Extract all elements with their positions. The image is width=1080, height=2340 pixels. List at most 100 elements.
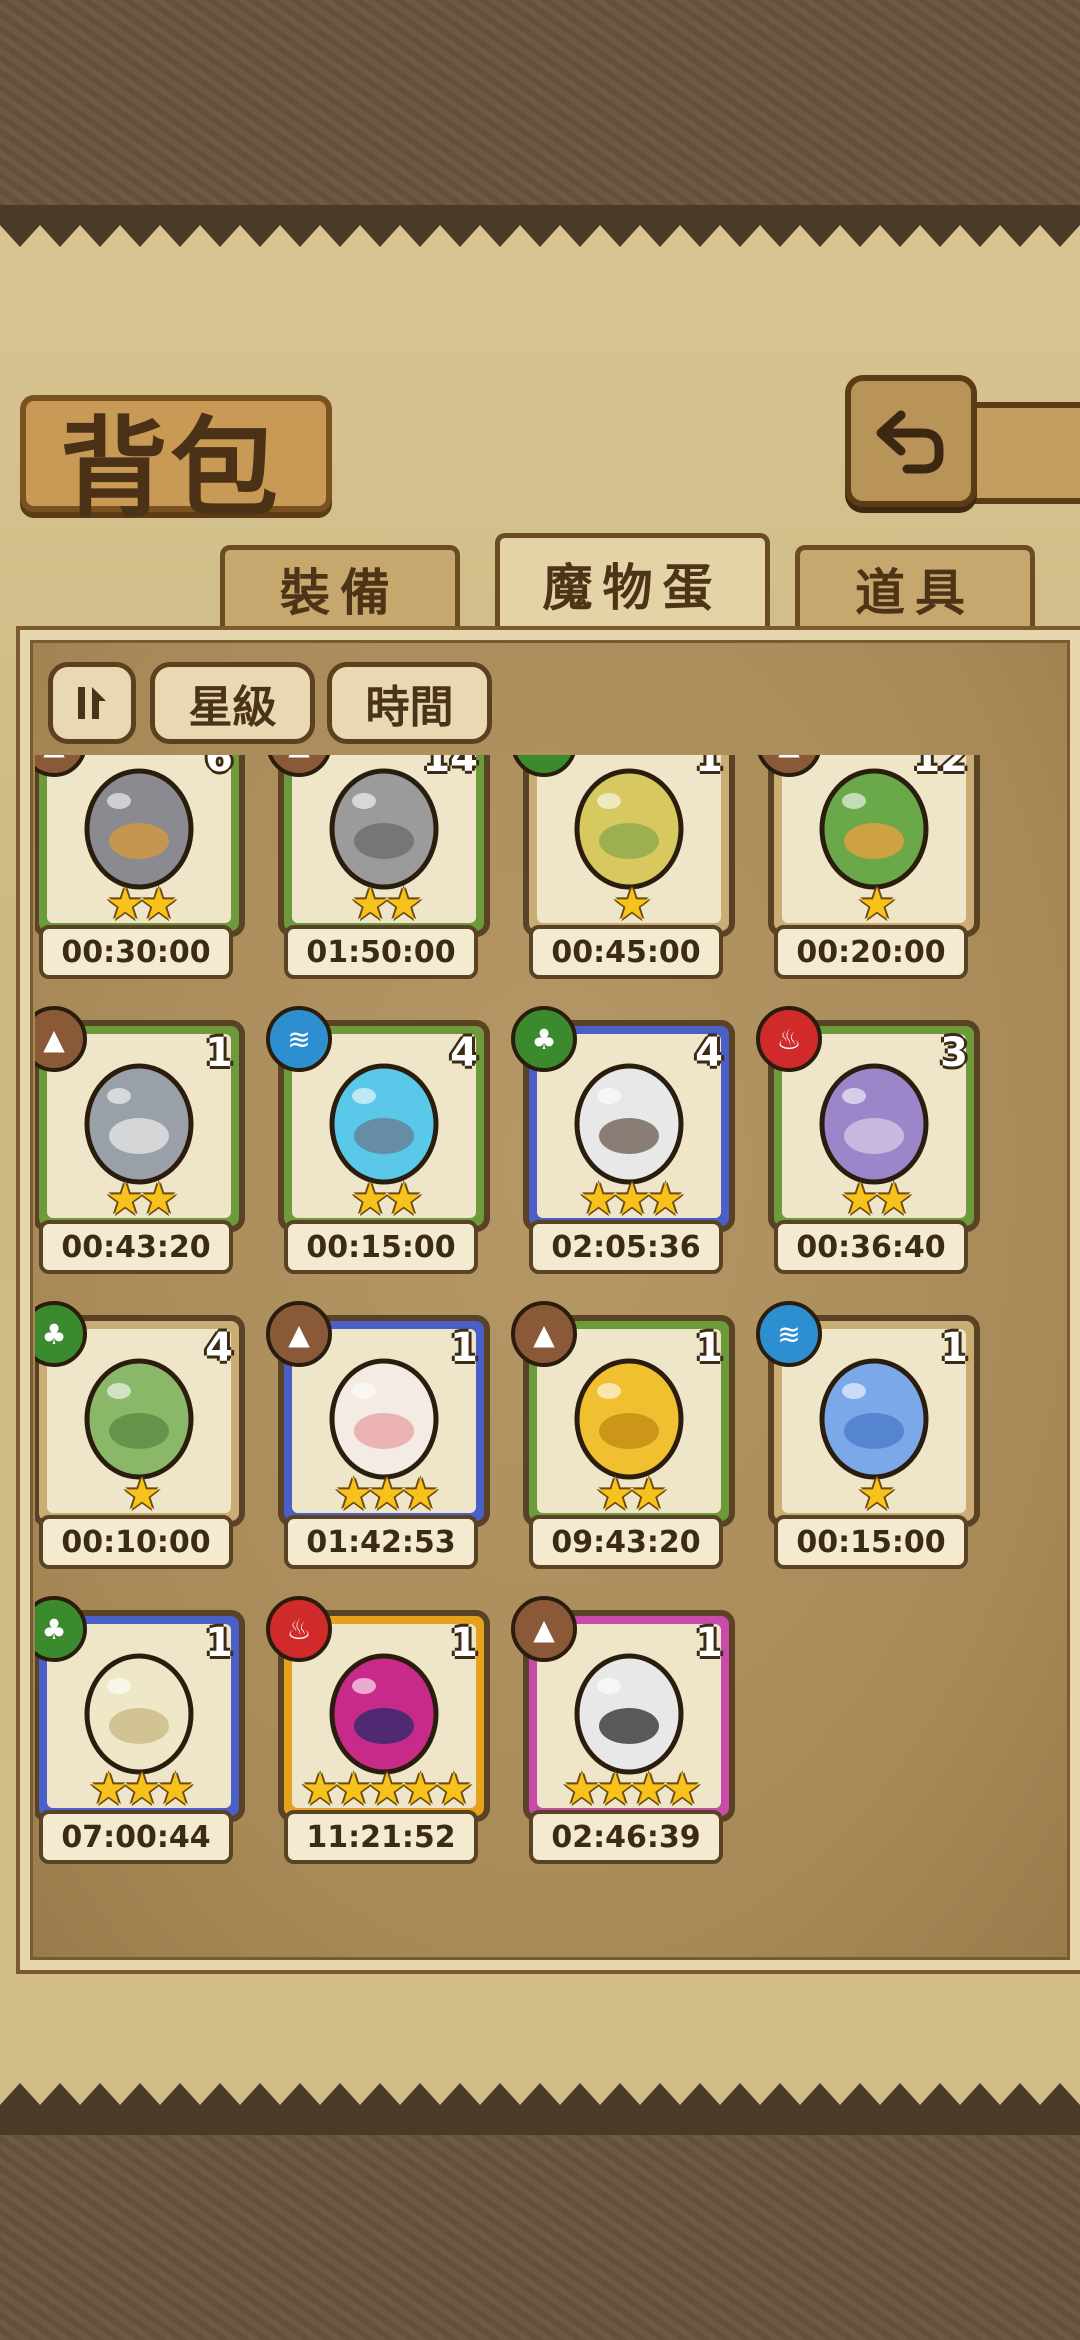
egg-frame: 12 ★: [768, 755, 980, 937]
water-element-icon: ≋: [266, 1006, 332, 1072]
egg-card[interactable]: 4 ★ ♣ 00:10:00: [35, 1301, 245, 1569]
torn-edge-bottom: [0, 2083, 1080, 2135]
egg-card[interactable]: 1 ★★★ ♣ 07:00:44: [35, 1596, 245, 1864]
fluffy-egg-icon: [329, 1358, 439, 1480]
hatch-timer: 00:15:00: [284, 1220, 478, 1274]
egg-count: 12: [912, 755, 968, 781]
egg-grid: 6★★▲00:30:0014★★▲01:50:001★♣00:45:0012★▲…: [35, 755, 1045, 1940]
egg-count: 1: [695, 1325, 723, 1371]
hatch-timer: 00:30:00: [39, 925, 233, 979]
fire-element-icon: ♨: [266, 1596, 332, 1662]
return-arrow-icon: [876, 410, 944, 474]
cosmic-egg-icon: [329, 1653, 439, 1775]
egg-card[interactable]: 1★♣00:45:00: [511, 755, 735, 979]
star-rating: ★: [857, 879, 896, 930]
egg-count: 1: [205, 1030, 233, 1076]
star-rating: ★★: [350, 1174, 424, 1225]
egg-card[interactable]: 3 ★★ ♨ 00:36:40: [756, 1006, 980, 1274]
hatch-timer: 01:50:00: [284, 925, 478, 979]
egg-card[interactable]: 14★★▲01:50:00: [266, 755, 490, 979]
egg-frame: 6 ★★: [35, 755, 245, 937]
star-rating: ★: [857, 1469, 896, 1520]
egg-card[interactable]: 4 ★★ ≋ 00:15:00: [266, 1006, 490, 1274]
sort-order-button[interactable]: [48, 662, 136, 744]
egg-card[interactable]: 12★▲00:20:00: [756, 755, 980, 979]
back-button[interactable]: [845, 375, 977, 507]
hatch-timer: 02:46:39: [529, 1810, 723, 1864]
egg-count: 1: [450, 1325, 478, 1371]
star-rating: ★★: [105, 879, 179, 930]
fire-element-icon: ♨: [756, 1006, 822, 1072]
egg-card[interactable]: 6★★▲00:30:00: [35, 755, 245, 979]
egg-card[interactable]: 4 ★★★ ♣ 02:05:36: [511, 1006, 735, 1274]
gold-slime-egg-icon: [574, 1358, 684, 1480]
bottom-background: [0, 2125, 1080, 2340]
tab-monster-eggs[interactable]: 魔物蛋: [495, 533, 770, 630]
gray-hat-egg-icon: [84, 768, 194, 890]
star-rating: ★★: [105, 1174, 179, 1225]
tab-items[interactable]: 道具: [795, 545, 1035, 628]
star-rating: ★★★★: [562, 1764, 702, 1815]
star-rating: ★★★: [578, 1174, 685, 1225]
hatch-timer: 00:45:00: [529, 925, 723, 979]
crystal-egg-icon: [84, 1653, 194, 1775]
egg-count: 14: [422, 755, 478, 781]
egg-count: 3: [940, 1030, 968, 1076]
tab-equipment[interactable]: 裝備: [220, 545, 460, 628]
purple-bud-egg-icon: [819, 1063, 929, 1185]
star-rating: ★★: [595, 1469, 669, 1520]
egg-card[interactable]: 1 ★★ ▲ 00:43:20: [35, 1006, 245, 1274]
green-slime-egg-icon: [84, 1358, 194, 1480]
wood-element-icon: ♣: [511, 1006, 577, 1072]
star-rating: ★★: [350, 879, 424, 930]
blue-slime-egg-icon: [819, 1358, 929, 1480]
star-rating: ★★★: [333, 1469, 440, 1520]
earth-element-icon: ▲: [511, 1301, 577, 1367]
star-rating: ★★★: [88, 1764, 195, 1815]
tab-bar: 裝備 魔物蛋 道具: [20, 533, 1060, 630]
egg-count: 1: [695, 755, 723, 781]
hatch-timer: 00:10:00: [39, 1515, 233, 1569]
star-rating: ★: [612, 879, 651, 930]
torn-edge-top: [0, 205, 1080, 247]
stone-egg-icon: [84, 1063, 194, 1185]
egg-count: 4: [205, 1325, 233, 1371]
filter-time-button[interactable]: 時間: [327, 662, 492, 744]
shell-egg-icon: [329, 1063, 439, 1185]
star-rating: ★★: [840, 1174, 914, 1225]
hatch-timer: 00:15:00: [774, 1515, 968, 1569]
filter-star-button[interactable]: 星級: [150, 662, 315, 744]
egg-card[interactable]: 1 ★★★ ▲ 01:42:53: [266, 1301, 490, 1569]
hatch-timer: 07:00:44: [39, 1810, 233, 1864]
sort-icon: [78, 687, 106, 719]
egg-count: 1: [450, 1620, 478, 1666]
hatch-timer: 01:42:53: [284, 1515, 478, 1569]
egg-count: 1: [940, 1325, 968, 1371]
hatch-timer: 11:21:52: [284, 1810, 478, 1864]
star-rating: ★★★★★: [300, 1764, 473, 1815]
egg-count: 1: [205, 1620, 233, 1666]
spiked-egg-icon: [574, 1063, 684, 1185]
egg-frame: 14 ★★: [278, 755, 490, 937]
top-background: [0, 0, 1080, 215]
egg-count: 6: [205, 755, 233, 781]
egg-card[interactable]: 1 ★★★★ ▲ 02:46:39: [511, 1596, 735, 1864]
egg-card[interactable]: 1 ★ ≋ 00:15:00: [756, 1301, 980, 1569]
hatch-timer: 09:43:20: [529, 1515, 723, 1569]
water-element-icon: ≋: [756, 1301, 822, 1367]
star-rating: ★: [122, 1469, 161, 1520]
hatch-timer: 00:20:00: [774, 925, 968, 979]
earth-element-icon: ▲: [511, 1596, 577, 1662]
page-title: 背包: [60, 406, 281, 532]
hatch-timer: 00:36:40: [774, 1220, 968, 1274]
egg-count: 4: [450, 1030, 478, 1076]
egg-card[interactable]: 1 ★★ ▲ 09:43:20: [511, 1301, 735, 1569]
egg-count: 4: [695, 1030, 723, 1076]
striped-spider-egg-icon: [574, 1653, 684, 1775]
egg-count: 1: [695, 1620, 723, 1666]
egg-frame: 1 ★: [523, 755, 735, 937]
hatch-timer: 00:43:20: [39, 1220, 233, 1274]
hatch-timer: 02:05:36: [529, 1220, 723, 1274]
egg-card[interactable]: 1 ★★★★★ ♨ 11:21:52: [266, 1596, 490, 1864]
earth-element-icon: ▲: [266, 1301, 332, 1367]
